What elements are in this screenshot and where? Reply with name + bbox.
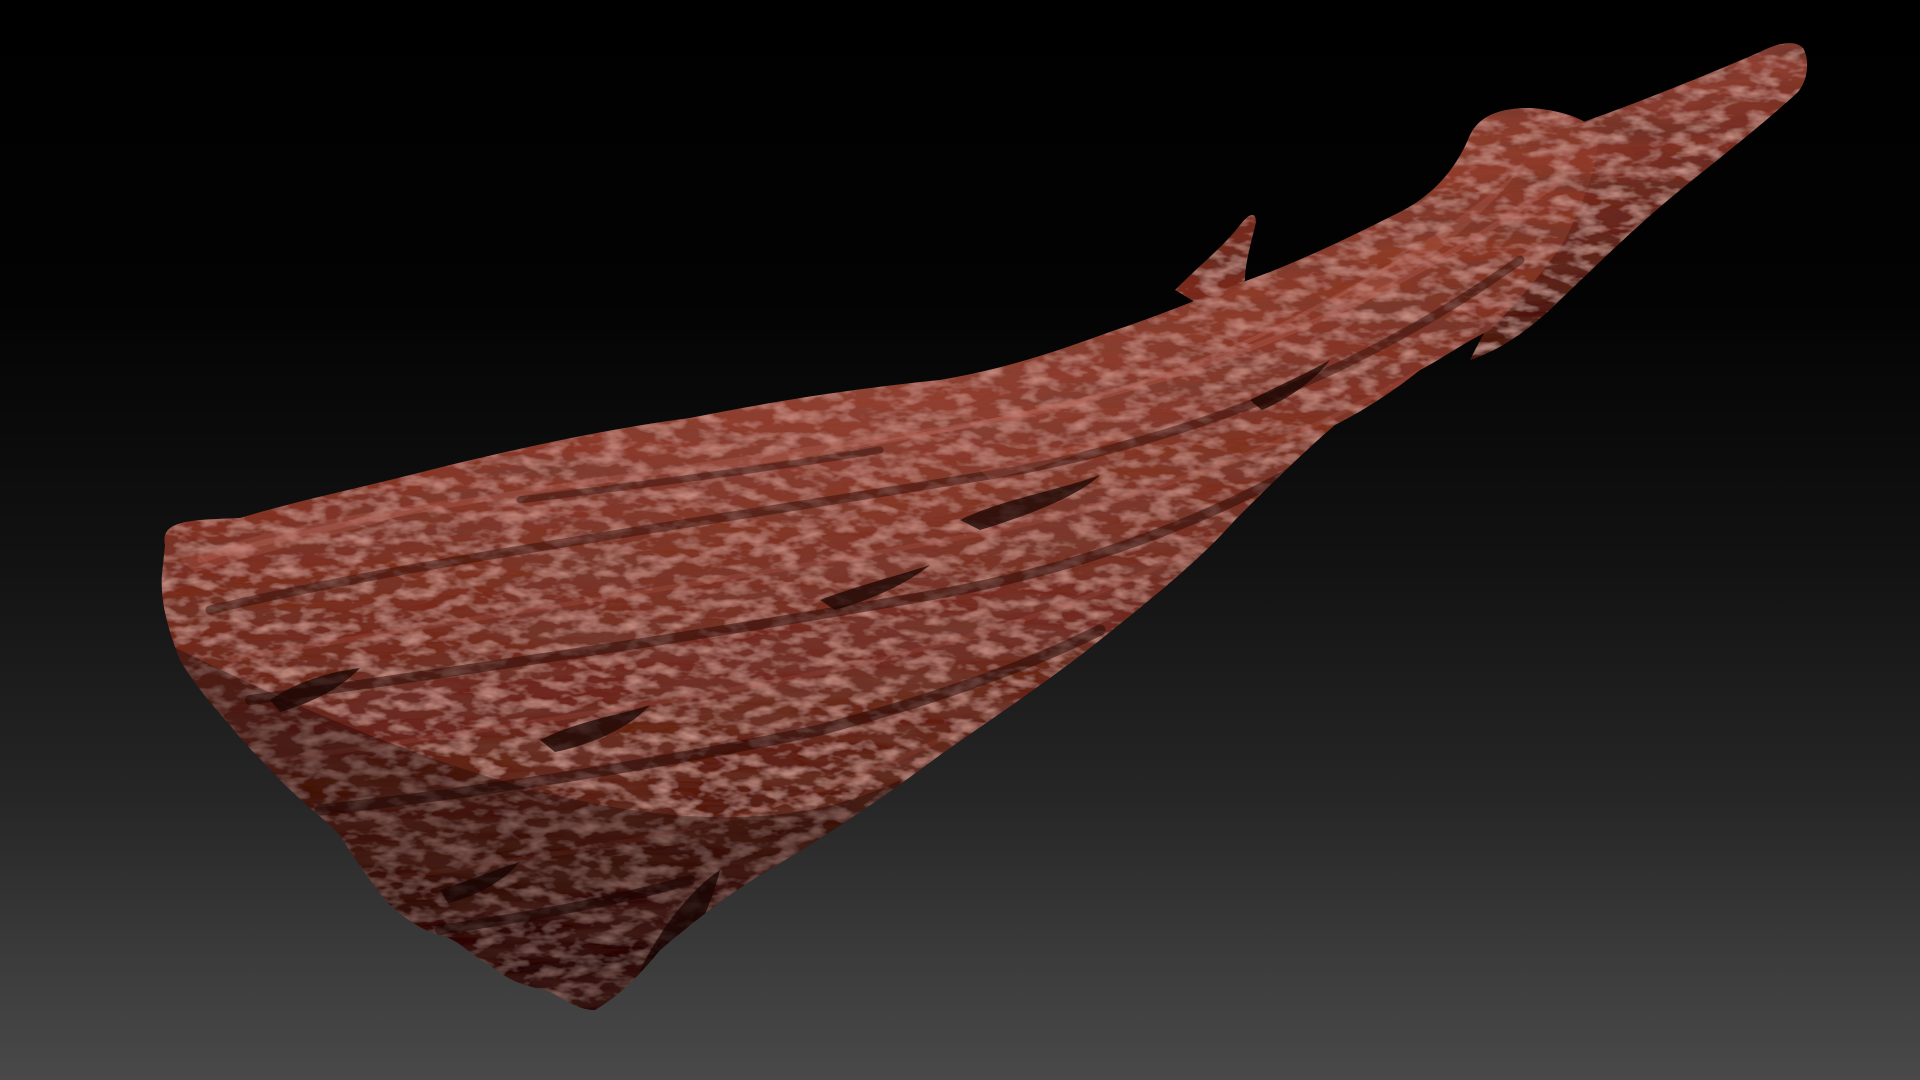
viewport-background	[0, 0, 1920, 1080]
driftwood-render	[161, 43, 1808, 1010]
